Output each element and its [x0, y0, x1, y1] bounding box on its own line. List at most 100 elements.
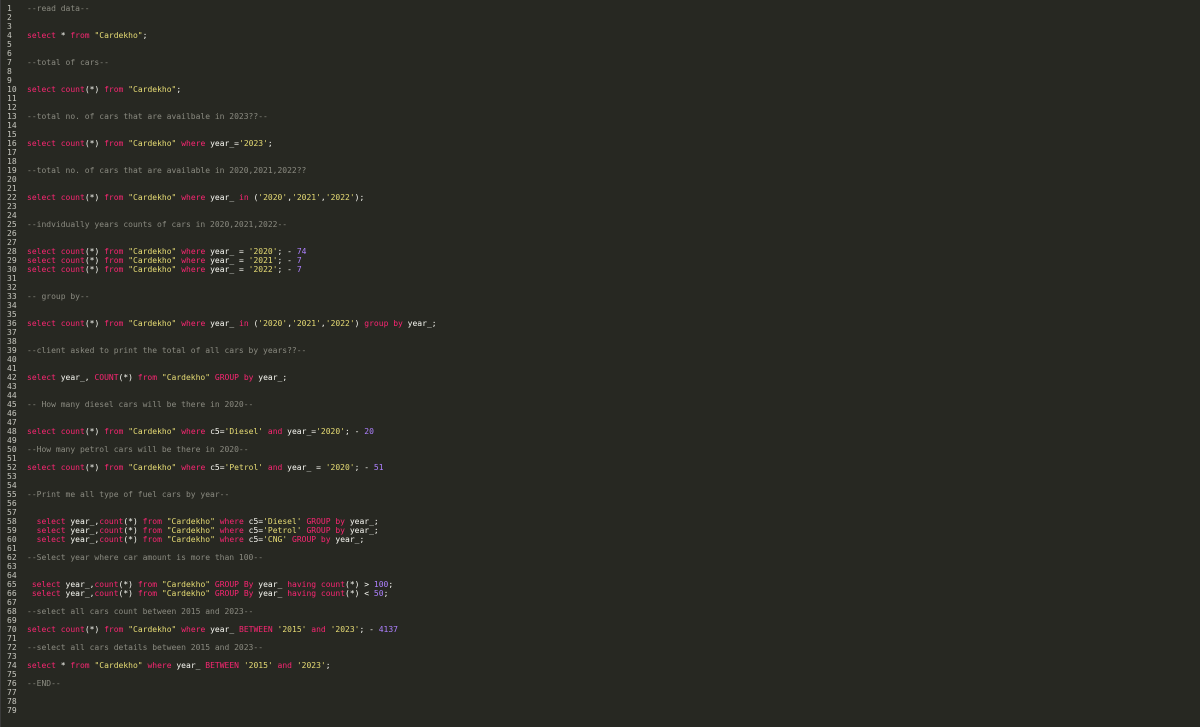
code-line[interactable]: 75: [1, 670, 1200, 679]
code-line[interactable]: 76 --END--: [1, 679, 1200, 688]
code-line[interactable]: 10 select count(*) from "Cardekho";: [1, 85, 1200, 94]
code-token: year_;: [345, 526, 379, 535]
code-line[interactable]: 19 --total no. of cars that are available…: [1, 166, 1200, 175]
code-line[interactable]: 53: [1, 472, 1200, 481]
code-line[interactable]: 54: [1, 481, 1200, 490]
code-line[interactable]: 36 select count(*) from "Cardekho" where …: [1, 319, 1200, 328]
code-line[interactable]: 62 --Select year where car amount is more…: [1, 553, 1200, 562]
code-line[interactable]: 13 --total no. of cars that are availbale…: [1, 112, 1200, 121]
code-line[interactable]: 20: [1, 175, 1200, 184]
code-line[interactable]: 47: [1, 418, 1200, 427]
keyword-token: GROUP: [214, 373, 239, 382]
code-line[interactable]: 61: [1, 544, 1200, 553]
code-line[interactable]: 60 select year_,count(*) from "Cardekho"…: [1, 535, 1200, 544]
keyword-token: where: [219, 526, 244, 535]
code-token: year_ =: [282, 463, 326, 472]
code-line[interactable]: 39 --client asked to print the total of a…: [1, 346, 1200, 355]
code-token: year_: [205, 319, 239, 328]
code-line[interactable]: 43: [1, 382, 1200, 391]
code-line[interactable]: 56: [1, 499, 1200, 508]
code-line[interactable]: 77: [1, 688, 1200, 697]
code-line[interactable]: 9: [1, 76, 1200, 85]
code-line[interactable]: 52 select count(*) from "Cardekho" where …: [1, 463, 1200, 472]
code-line[interactable]: 65 select year_,count(*) from "Cardekho"…: [1, 580, 1200, 589]
code-line[interactable]: 11: [1, 94, 1200, 103]
code-line[interactable]: 66 select year_,count(*) from "Cardekho"…: [1, 589, 1200, 598]
code-line[interactable]: 68 --select all cars count between 2015 a…: [1, 607, 1200, 616]
string-token: '2021': [292, 193, 321, 202]
code-line[interactable]: 72 --select all cars details between 2015…: [1, 643, 1200, 652]
line-number: 27: [7, 238, 17, 247]
code-line[interactable]: 26: [1, 229, 1200, 238]
code-token: (*): [118, 589, 138, 598]
code-line[interactable]: 27: [1, 238, 1200, 247]
code-line[interactable]: 44: [1, 391, 1200, 400]
code-line[interactable]: 50 --How many petrol cars will be there i…: [1, 445, 1200, 454]
code-line[interactable]: 21: [1, 184, 1200, 193]
code-line[interactable]: 78: [1, 697, 1200, 706]
code-line[interactable]: 46: [1, 409, 1200, 418]
code-line[interactable]: 41: [1, 364, 1200, 373]
code-line[interactable]: 23: [1, 202, 1200, 211]
code-line[interactable]: 34: [1, 301, 1200, 310]
code-editor[interactable]: 1 --read data-- 2 3 4 select * from "Cardekho…: [0, 0, 1200, 727]
code-line[interactable]: 73: [1, 652, 1200, 661]
code-line[interactable]: 25 --indvidually years counts of cars in …: [1, 220, 1200, 229]
code-line[interactable]: 57: [1, 508, 1200, 517]
code-line[interactable]: 51: [1, 454, 1200, 463]
code-line[interactable]: 38: [1, 337, 1200, 346]
code-line[interactable]: 16 select count(*) from "Cardekho" where …: [1, 139, 1200, 148]
code-line[interactable]: 31: [1, 274, 1200, 283]
code-line[interactable]: 30 select count(*) from "Cardekho" where …: [1, 265, 1200, 274]
code-line[interactable]: 12: [1, 103, 1200, 112]
code-line[interactable]: 17: [1, 148, 1200, 157]
code-line[interactable]: 14: [1, 121, 1200, 130]
line-code: select count(*) from "Cardekho" where ye…: [27, 247, 306, 256]
code-line[interactable]: 69: [1, 616, 1200, 625]
line-number: 41: [7, 364, 17, 373]
code-line[interactable]: 45 -- How many diesel cars will be there …: [1, 400, 1200, 409]
code-line[interactable]: 7 --total of cars--: [1, 58, 1200, 67]
keyword-token: from: [104, 193, 124, 202]
code-token: (*): [84, 139, 105, 148]
keyword-token: where: [181, 265, 206, 274]
code-line[interactable]: 35: [1, 310, 1200, 319]
code-line[interactable]: 79: [1, 706, 1200, 715]
keyword-token: and: [311, 625, 326, 634]
code-line[interactable]: 5: [1, 40, 1200, 49]
code-line[interactable]: 1 --read data--: [1, 4, 1200, 13]
code-line[interactable]: 42 select year_, COUNT(*) from "Cardekho"…: [1, 373, 1200, 382]
code-token: year_,: [65, 517, 100, 526]
number-token: 50: [373, 589, 384, 598]
code-line[interactable]: 32: [1, 283, 1200, 292]
code-line[interactable]: 70 select count(*) from "Cardekho" where …: [1, 625, 1200, 634]
code-line[interactable]: 59 select year_,count(*) from "Cardekho"…: [1, 526, 1200, 535]
line-number: 79: [7, 706, 17, 715]
code-line[interactable]: 6: [1, 49, 1200, 58]
code-line[interactable]: 49: [1, 436, 1200, 445]
code-line[interactable]: 8: [1, 67, 1200, 76]
code-line[interactable]: 67: [1, 598, 1200, 607]
code-line[interactable]: 28 select count(*) from "Cardekho" where …: [1, 247, 1200, 256]
code-line[interactable]: 33 -- group by--: [1, 292, 1200, 301]
code-line[interactable]: 55 --Print me all type of fuel cars by ye…: [1, 490, 1200, 499]
keyword-token: select: [27, 373, 56, 382]
code-line[interactable]: 18: [1, 157, 1200, 166]
code-line[interactable]: 63: [1, 562, 1200, 571]
code-line[interactable]: 64: [1, 571, 1200, 580]
code-line[interactable]: 3: [1, 22, 1200, 31]
code-line[interactable]: 29 select count(*) from "Cardekho" where …: [1, 256, 1200, 265]
code-line[interactable]: 37: [1, 328, 1200, 337]
code-line[interactable]: 58 select year_,count(*) from "Cardekho"…: [1, 517, 1200, 526]
code-line[interactable]: 24: [1, 211, 1200, 220]
code-line[interactable]: 48 select count(*) from "Cardekho" where …: [1, 427, 1200, 436]
code-line[interactable]: 74 select * from "Cardekho" where year_ B…: [1, 661, 1200, 670]
code-line[interactable]: 22 select count(*) from "Cardekho" where …: [1, 193, 1200, 202]
keyword-token: from: [137, 373, 158, 382]
comment-token: -- group by--: [27, 292, 90, 301]
code-line[interactable]: 15: [1, 130, 1200, 139]
code-line[interactable]: 2: [1, 13, 1200, 22]
code-line[interactable]: 4 select * from "Cardekho";: [1, 31, 1200, 40]
code-line[interactable]: 40: [1, 355, 1200, 364]
code-line[interactable]: 71: [1, 634, 1200, 643]
